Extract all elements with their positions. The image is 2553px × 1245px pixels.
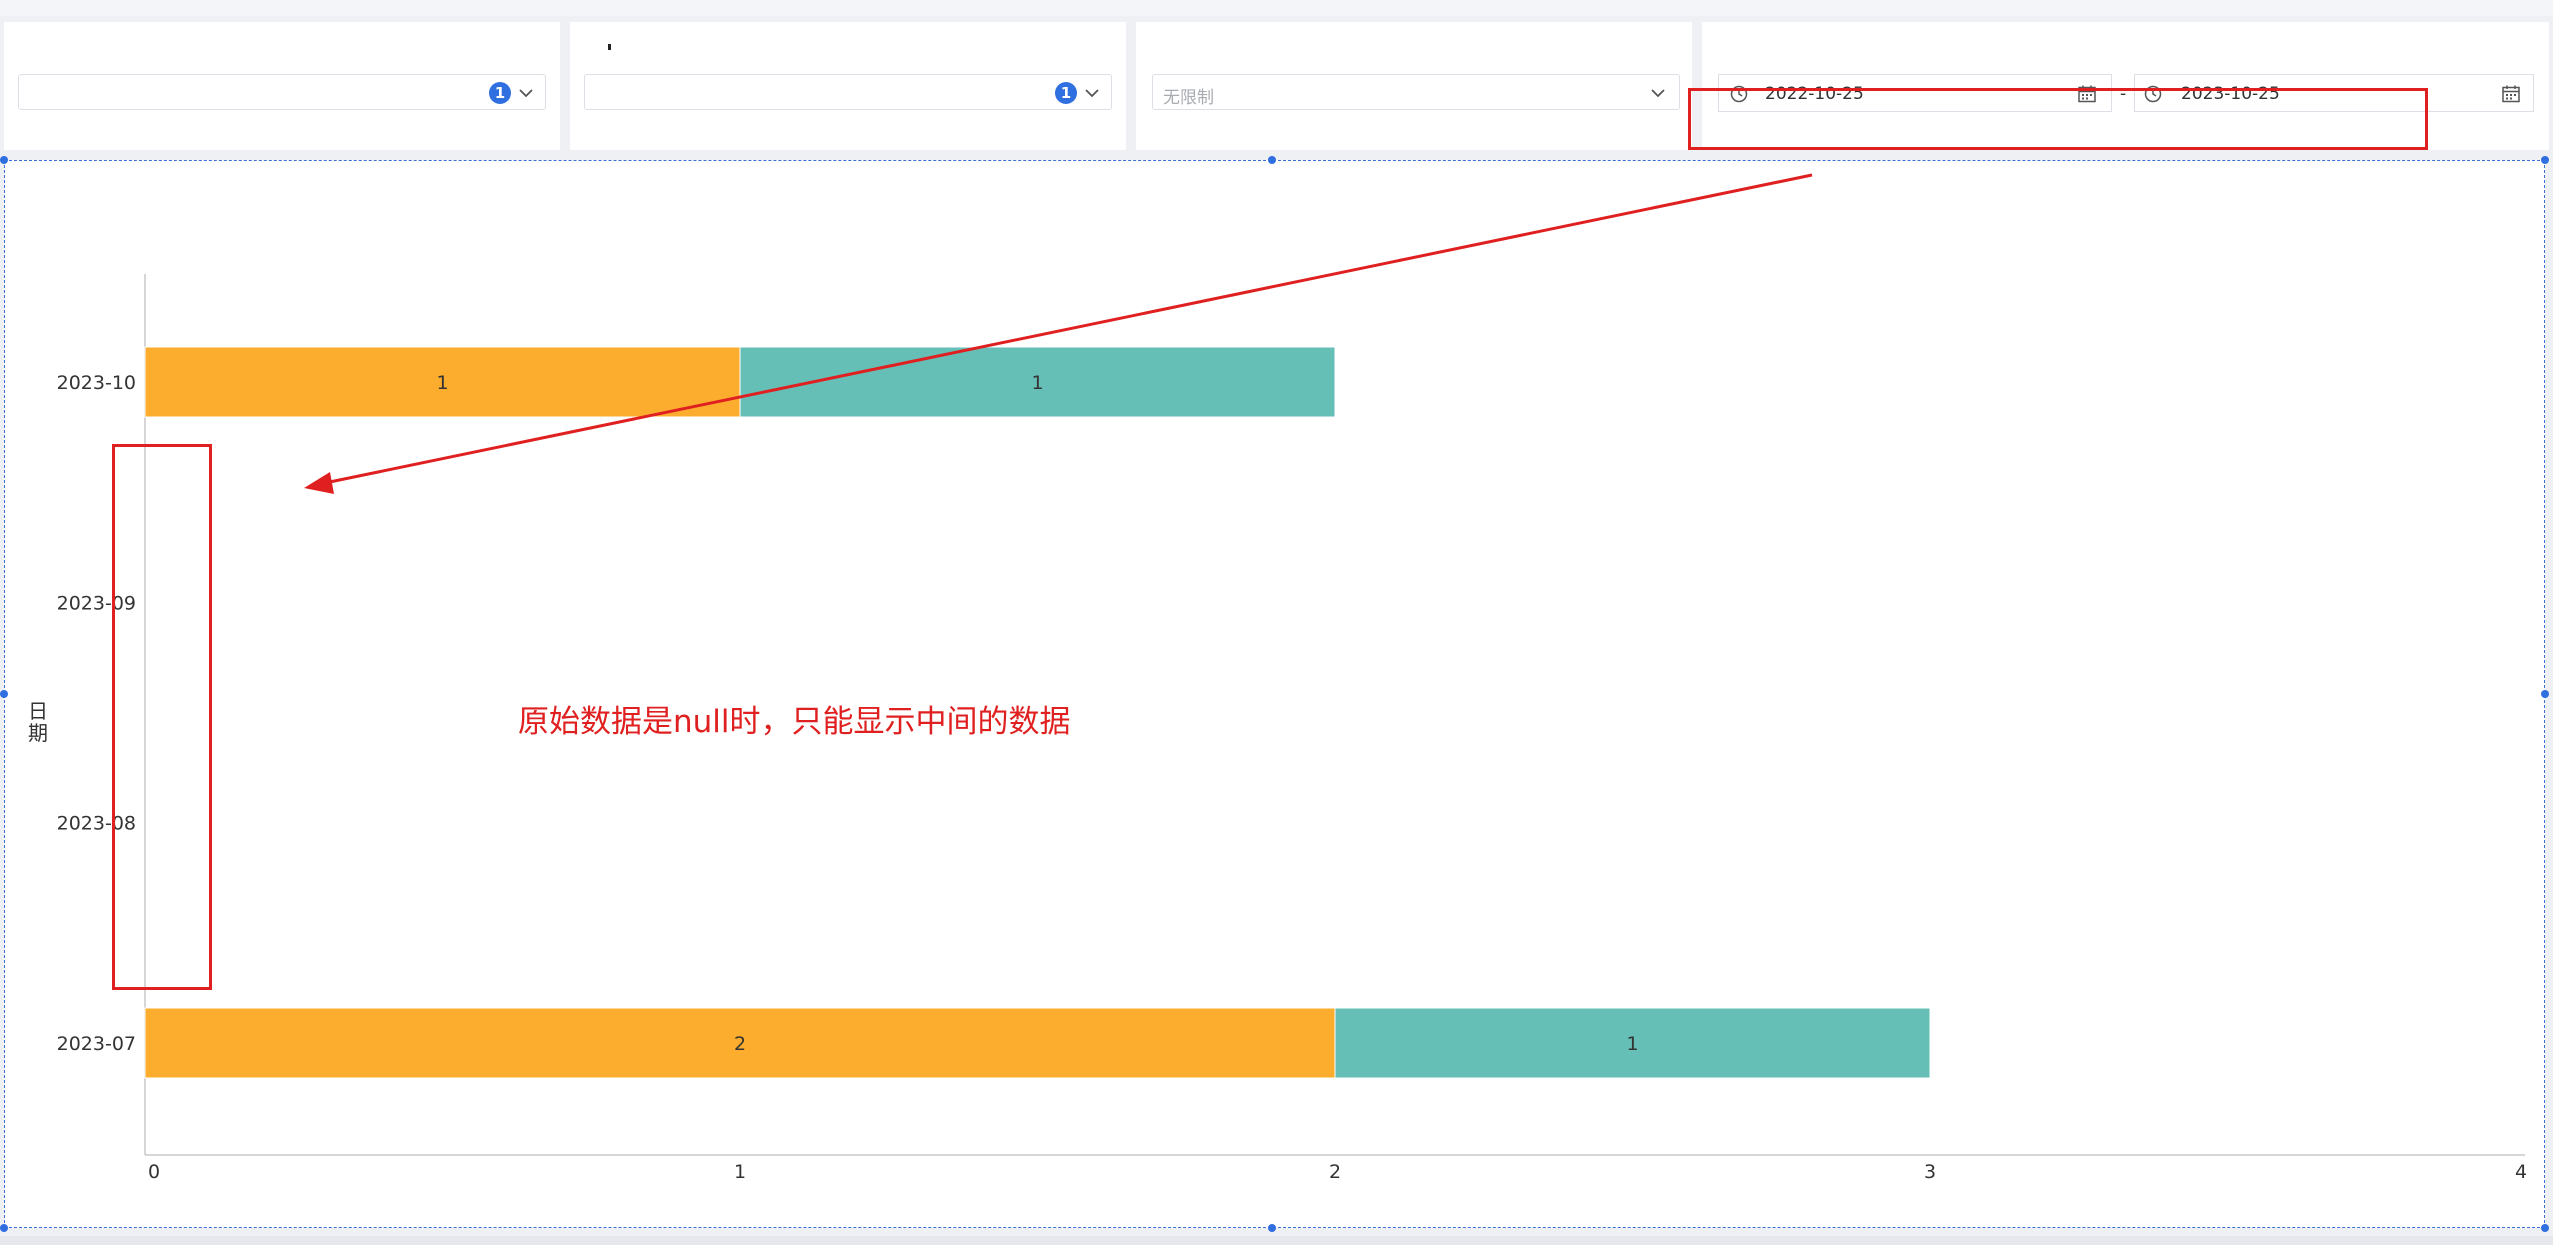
bottom-strip [0,1236,2553,1245]
annotation-text: 原始数据是null时，只能显示中间的数据 [518,704,1071,740]
annotation-arrow [304,173,1813,494]
